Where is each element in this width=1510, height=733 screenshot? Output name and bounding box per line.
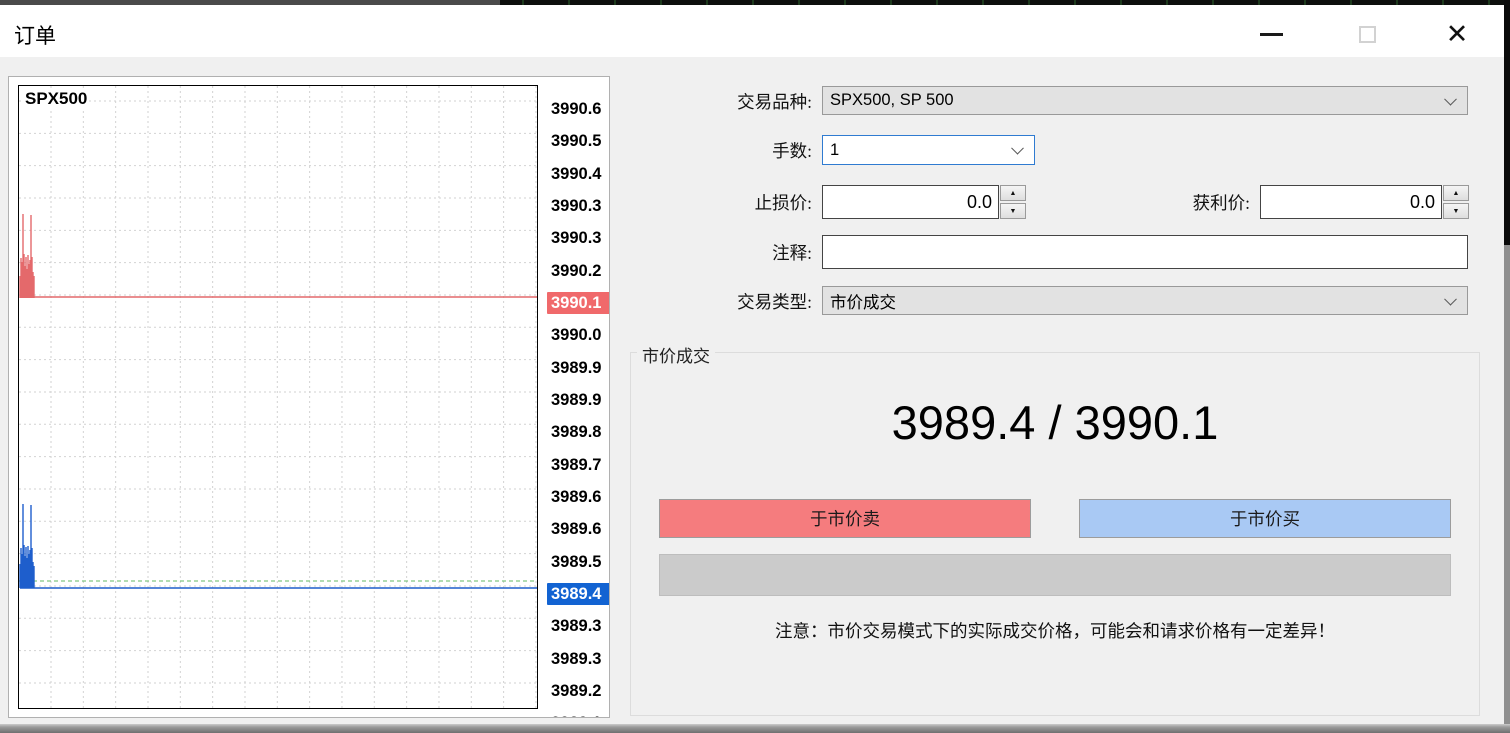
- tick-chart-svg: [19, 86, 537, 708]
- price-scale-label: 3990.6: [547, 98, 610, 120]
- group-title: 市价成交: [637, 342, 715, 367]
- price-scale-label: 3989.5: [547, 551, 610, 573]
- stoploss-spinner: ▲ ▼: [1000, 185, 1026, 219]
- order-dialog: 订单 ✕ SPX500 3990.63990.53990.43990.33990…: [0, 0, 1510, 733]
- titlebar: 订单 ✕: [0, 5, 1504, 57]
- order-type-label: 交易类型:: [612, 290, 812, 314]
- buy-by-market-button[interactable]: 于市价买: [1079, 499, 1451, 538]
- price-scale-label: 3990.1: [547, 292, 610, 314]
- window-bottom-edge: [0, 724, 1510, 733]
- chevron-down-icon: [1444, 292, 1457, 305]
- market-execution-group: 市价成交 3989.4 / 3990.1 于市价卖 于市价买 注意：市价交易模式…: [630, 352, 1480, 716]
- volume-value: 1: [830, 141, 839, 160]
- order-type-combobox[interactable]: 市价成交: [822, 286, 1468, 315]
- maximize-button[interactable]: [1344, 17, 1390, 51]
- volume-combobox[interactable]: 1: [822, 135, 1035, 165]
- price-scale-label: 3990.0: [547, 324, 610, 346]
- minimize-icon: [1260, 33, 1283, 36]
- takeprofit-input[interactable]: [1260, 185, 1442, 219]
- price-scale: 3990.6 3990.5 3990.4 3990.3 3990.3 3990.2 3990…: [541, 77, 610, 718]
- symbol-combobox[interactable]: SPX500, SP 500: [822, 86, 1468, 115]
- price-scale-label: 3990.3: [547, 227, 610, 249]
- close-button[interactable]: ✕: [1432, 15, 1482, 53]
- market-warning-note: 注意：市价交易模式下的实际成交价格，可能会和请求价格有一定差异！: [631, 618, 1479, 643]
- price-scale-label: 3989.3: [547, 648, 610, 670]
- background-window-right-edge: [1504, 0, 1510, 245]
- bid-ask-quote: 3989.4 / 3990.1: [631, 395, 1479, 450]
- chart-symbol-label: SPX500: [23, 89, 89, 109]
- sell-by-market-button[interactable]: 于市价卖: [659, 499, 1031, 538]
- comment-label: 注释:: [612, 241, 812, 265]
- symbol-value: SPX500, SP 500: [830, 91, 954, 110]
- price-scale-label: 3989.9: [547, 357, 610, 379]
- price-scale-label: 3990.5: [547, 130, 610, 152]
- takeprofit-label: 获利价:: [1050, 191, 1250, 215]
- spin-down-button[interactable]: ▼: [1443, 203, 1469, 219]
- chevron-down-icon: [1011, 142, 1024, 155]
- price-scale-label: 3990.3: [547, 195, 610, 217]
- window-title: 订单: [14, 20, 56, 50]
- execution-progress-bar: [659, 554, 1451, 596]
- takeprofit-spinner: ▲ ▼: [1443, 185, 1469, 219]
- comment-input[interactable]: [822, 235, 1468, 269]
- stoploss-label: 止损价:: [612, 191, 812, 215]
- price-scale-label: 3989.9: [547, 389, 610, 411]
- price-scale-label: 3990.2: [547, 260, 610, 282]
- tick-chart-panel: SPX500 3990.63990.53990.43990.33990.3399…: [8, 76, 610, 718]
- spin-up-button[interactable]: ▲: [1000, 185, 1026, 201]
- price-scale-label: 3989.1: [547, 712, 610, 718]
- maximize-icon: [1359, 26, 1376, 43]
- order-type-value: 市价成交: [830, 289, 896, 313]
- background-scrollbar-sliver: [1504, 245, 1510, 733]
- price-scale-label: 3989.3: [547, 615, 610, 637]
- price-scale-label: 3990.4: [547, 163, 610, 185]
- price-scale-label: 3989.6: [547, 518, 610, 540]
- stoploss-input[interactable]: [822, 185, 999, 219]
- price-scale-label: 3989.6: [547, 486, 610, 508]
- spin-up-button[interactable]: ▲: [1443, 185, 1469, 201]
- chevron-down-icon: [1444, 92, 1457, 105]
- spin-down-button[interactable]: ▼: [1000, 203, 1026, 219]
- tick-chart-plot: SPX500: [18, 85, 538, 709]
- price-scale-label: 3989.7: [547, 454, 610, 476]
- symbol-label: 交易品种:: [612, 90, 812, 114]
- price-scale-label: 3989.4: [547, 583, 610, 605]
- volume-label: 手数:: [612, 139, 812, 163]
- price-scale-label: 3989.2: [547, 680, 610, 702]
- minimize-button[interactable]: [1248, 17, 1294, 51]
- price-scale-label: 3989.8: [547, 421, 610, 443]
